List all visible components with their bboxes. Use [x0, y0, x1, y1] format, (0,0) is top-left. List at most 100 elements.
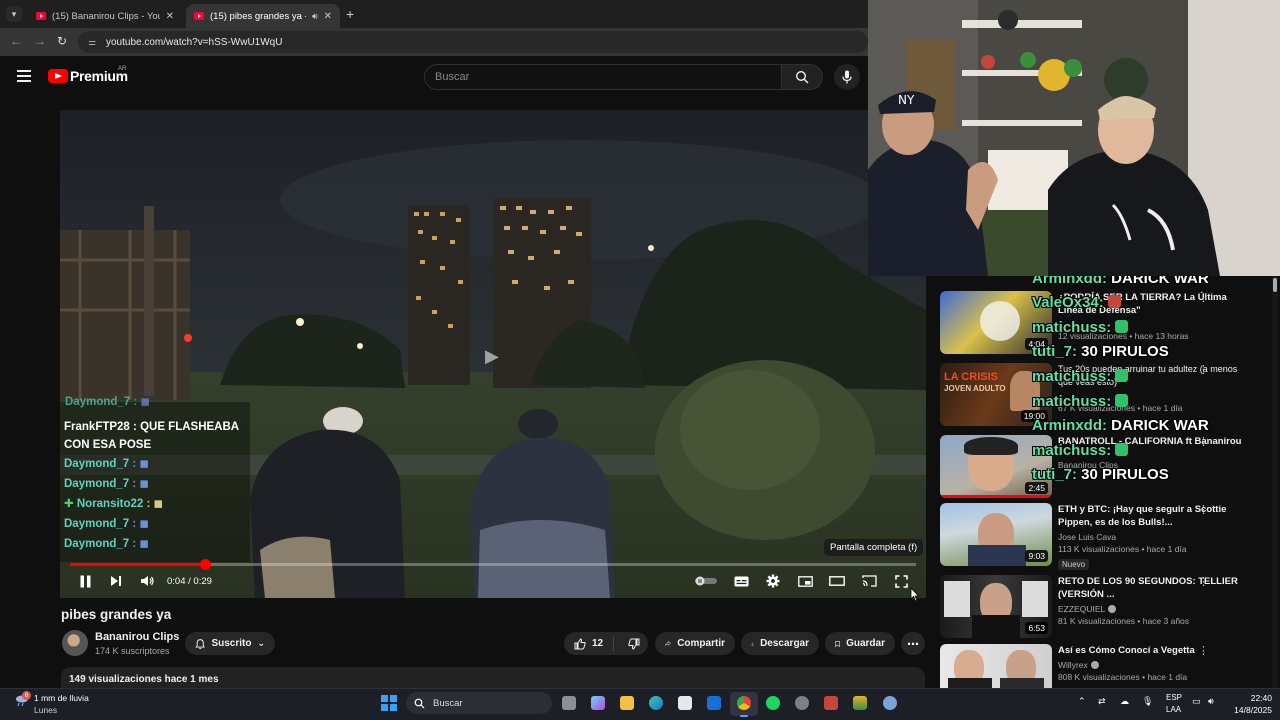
more-vertical-icon[interactable]: ⋮	[1198, 644, 1209, 657]
thumbnail-subtext: JOVEN ADULTO	[944, 384, 1006, 393]
subscribed-button[interactable]: Suscrito ⌄	[185, 632, 275, 655]
scrollbar[interactable]	[1272, 276, 1278, 688]
task-view-icon[interactable]	[562, 696, 576, 710]
overlay-chat-text: 30 PIRULOS	[1081, 343, 1169, 360]
channel-name[interactable]: EZZEQUIEL	[1058, 604, 1105, 614]
cast-button[interactable]	[860, 572, 878, 590]
tab-search-icon[interactable]: ▾	[6, 6, 22, 22]
share-label: Compartir	[677, 638, 725, 649]
close-tab-icon[interactable]: ✕	[166, 11, 174, 22]
overlay-chat-user: tuti_7:	[1032, 343, 1077, 360]
voice-search-button[interactable]	[834, 64, 860, 90]
channel-name[interactable]: Willyrex	[1058, 660, 1088, 670]
app-icon[interactable]	[853, 696, 867, 710]
url-field[interactable]: ⚌ youtube.com/watch?v=hSS-WwU1WqU	[78, 31, 868, 53]
weather-text[interactable]: 1 mm de lluvia	[34, 693, 89, 703]
subscribed-label: Suscrito	[211, 638, 252, 649]
close-tab-icon[interactable]: ✕	[324, 11, 332, 22]
new-tab-icon[interactable]: +	[346, 6, 354, 22]
site-info-icon[interactable]: ⚌	[88, 37, 98, 47]
video-thumbnail[interactable]	[940, 644, 1052, 688]
video-title: Así es Cómo Conocí a Vegetta	[1058, 645, 1195, 656]
speaker-icon[interactable]: 🔊︎	[312, 11, 318, 22]
next-button[interactable]	[107, 572, 125, 590]
settings-icon[interactable]	[883, 696, 897, 710]
app-icon[interactable]	[824, 696, 838, 710]
like-button[interactable]: 12	[564, 636, 615, 651]
menu-icon[interactable]	[17, 70, 31, 82]
taskbar-search[interactable]: Buscar	[406, 692, 552, 714]
video-player[interactable]: ▶ Daymond_7 : ◼ FrankFTP28 : QUE FLASHEA…	[60, 110, 926, 598]
overlay-chat-text: 30 PIRULOS	[1081, 466, 1169, 483]
autoplay-toggle[interactable]	[695, 572, 717, 590]
save-button[interactable]: Guardar	[825, 632, 895, 655]
channel-avatar[interactable]	[62, 630, 88, 656]
spotify-icon[interactable]	[766, 696, 780, 710]
recommendation-item[interactable]: Así es Cómo Conocí a Vegetta Willyrex 80…	[940, 644, 1270, 688]
store-icon[interactable]	[678, 696, 692, 710]
microphone-icon	[842, 70, 852, 84]
input-language[interactable]: ESP	[1166, 693, 1182, 702]
more-vertical-icon[interactable]: ⋮	[1198, 503, 1209, 516]
time-display: 0:04 / 0:29	[167, 576, 212, 587]
gear-icon	[766, 574, 780, 588]
more-vertical-icon[interactable]: ⋮	[1198, 363, 1209, 376]
youtube-logo-icon[interactable]	[48, 69, 68, 83]
tab-bananirou-clips[interactable]: (15) Bananirou Clips - YouTube ✕	[28, 4, 182, 28]
speaker-icon[interactable]: 🔊︎	[1208, 696, 1214, 707]
video-thumbnail[interactable]: 9:03	[940, 503, 1052, 566]
search-button[interactable]	[781, 64, 823, 90]
chrome-icon[interactable]	[737, 696, 751, 710]
file-explorer-icon[interactable]	[620, 696, 634, 710]
video-duration: 6:53	[1025, 622, 1048, 634]
chevron-up-icon[interactable]: ⌃	[1078, 696, 1086, 707]
scrollbar-thumb[interactable]	[1273, 278, 1277, 292]
back-icon[interactable]: ←	[10, 34, 22, 48]
edge-icon[interactable]	[649, 696, 663, 710]
chat-message: Daymond_7 : ◼	[64, 518, 149, 530]
search-input[interactable]: Buscar	[424, 64, 782, 90]
more-vertical-icon[interactable]: ⋮	[1198, 575, 1209, 588]
app-icon[interactable]	[795, 696, 809, 710]
subtitles-button[interactable]	[732, 572, 750, 590]
settings-button[interactable]	[764, 572, 782, 590]
network-icon[interactable]: ⇄	[1098, 696, 1106, 707]
miniplayer-button[interactable]	[796, 572, 814, 590]
svg-text:NY: NY	[898, 93, 915, 107]
more-vertical-icon[interactable]: ⋮	[1198, 435, 1209, 448]
pause-button[interactable]	[76, 572, 94, 590]
outlook-icon[interactable]	[707, 696, 721, 710]
autoplay-toggle-icon	[695, 576, 717, 586]
volume-button[interactable]	[138, 572, 156, 590]
channel-name[interactable]: Bananirou Clips	[95, 631, 179, 643]
forward-icon[interactable]: →	[34, 34, 46, 48]
verified-icon	[1108, 605, 1117, 613]
more-actions-button[interactable]: ⋯	[901, 632, 925, 655]
share-button[interactable]: Compartir	[655, 632, 735, 655]
pause-icon	[80, 575, 90, 587]
channel-name[interactable]: Jose Luis Cava	[1058, 532, 1116, 542]
tab-pibes-grandes[interactable]: (15) pibes grandes ya - YouTube 🔊︎ ✕	[186, 4, 340, 28]
video-thumbnail[interactable]: 6:53	[940, 575, 1052, 638]
chat-message: ✚ Noransito22 : ◼	[64, 498, 164, 510]
fullscreen-button[interactable]	[892, 572, 910, 590]
display-icon[interactable]: ▭	[1192, 696, 1201, 707]
recommendation-item[interactable]: 9:03 ETH y BTC: ¡Hay que seguir a Scotti…	[940, 503, 1270, 570]
dislike-button[interactable]	[620, 638, 648, 650]
video-title: pibes grandes ya	[61, 607, 172, 622]
microphone-icon[interactable]: 🎙︎	[1142, 696, 1153, 707]
start-button[interactable]	[381, 695, 397, 711]
url-text: youtube.com/watch?v=hSS-WwU1WqU	[106, 36, 283, 48]
download-button[interactable]: Descargar	[741, 632, 819, 655]
reload-icon[interactable]: ↻	[57, 34, 67, 48]
clock-time[interactable]: 22:40	[1232, 693, 1272, 703]
cloud-icon[interactable]: ☁︎	[1120, 696, 1129, 707]
bell-icon	[195, 638, 206, 649]
theater-mode-button[interactable]	[828, 572, 846, 590]
chat-user: Noransito22	[76, 498, 144, 510]
overlay-chat-message: matichuss:	[1032, 393, 1129, 410]
weather-day: Lunes	[34, 705, 58, 715]
copilot-icon[interactable]	[591, 696, 605, 710]
recommendation-item[interactable]: 6:53 RETO DE LOS 90 SEGUNDOS: TELLIER (V…	[940, 575, 1270, 639]
more-vertical-icon[interactable]: ⋮	[1198, 291, 1209, 304]
